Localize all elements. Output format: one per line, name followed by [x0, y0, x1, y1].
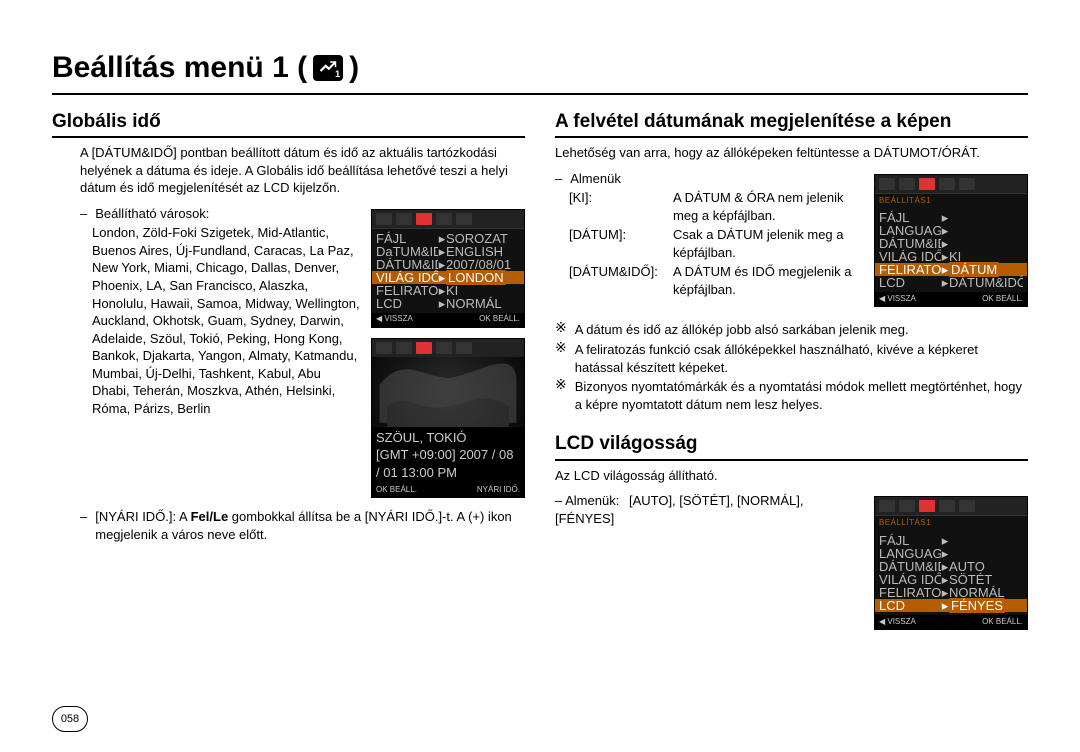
global-time-intro: A [DÁTUM&IDŐ] pontban beállított dátum é…	[80, 144, 525, 197]
section-global-time: Globális idő	[52, 109, 525, 139]
page-title: Beállítás menü 1 ( 1 )	[52, 48, 1028, 95]
lcd-bright-intro: Az LCD világosság állítható.	[555, 467, 1028, 485]
imprint-submenu-label: –Almenük	[555, 170, 866, 188]
title-close-paren: )	[349, 48, 359, 89]
lcd-preview-imprint-menu: BEÁLLÍTÁS1 FÁJL▸LANGUAGE▸DÁTUM&IDŐ▸VILÁG…	[874, 174, 1028, 308]
lcd-submenu-row: – Almenük: [AUTO], [SÖTÉT], [NORMÁL], [F…	[555, 492, 866, 527]
imprint-note: ※Bizonyos nyomtatómárkák és a nyomtatási…	[555, 378, 1028, 413]
page-number: 058	[52, 706, 88, 732]
lcd-preview-worldmap: SZÖUL, TOKIÓ [GMT +09:00] 2007 / 08 / 01…	[371, 338, 525, 499]
imprint-option: [DÁTUM]:Csak a DÁTUM jelenik meg a képfá…	[569, 226, 866, 261]
cities-list: London, Zöld-Foki Szigetek, Mid-Atlantic…	[92, 224, 361, 417]
lcd-menu-row: LCD▸NORMÁL	[372, 297, 524, 310]
cities-label: Beállítható városok:	[95, 205, 209, 223]
imprint-option: [KI]:A DÁTUM & ÓRA nem jelenik meg a kép…	[569, 189, 866, 224]
imprint-intro: Lehetőség van arra, hogy az állóképeken …	[555, 144, 1028, 162]
lcd-preview-worldtime-menu: FÁJL▸SOROZATDaTUM&IDŐ▸ENGLISHDÁTUM&IDŐ▸2…	[371, 209, 525, 328]
title-text: Beállítás menü 1 (	[52, 48, 307, 89]
section-imprint: A felvétel dátumának megjelenítése a kép…	[555, 109, 1028, 139]
lcd-menu-row: LCD▸FÉNYES	[875, 599, 1027, 612]
lcd-menu-row: LCD▸DÁTUM&IDŐ	[875, 276, 1027, 289]
imprint-option: [DÁTUM&IDŐ]:A DÁTUM és IDŐ megjelenik a …	[569, 263, 866, 298]
section-lcd-bright: LCD világosság	[555, 431, 1028, 461]
imprint-note: ※A feliratozás funkció csak állóképekkel…	[555, 341, 1028, 376]
settings-badge-icon: 1	[313, 55, 343, 81]
imprint-note: ※A dátum és idő az állókép jobb alsó sar…	[555, 321, 1028, 339]
lcd-preview-brightness-menu: BEÁLLÍTÁS1 FÁJL▸LANGUAGE▸DÁTUM&IDŐ▸AUTOV…	[874, 496, 1028, 630]
badge-number: 1	[335, 68, 340, 80]
cities-label-row: –Beállítható városok:	[80, 205, 361, 223]
dst-row: – [NYÁRI IDŐ.]: A Fel/Le gombokkal állít…	[80, 508, 525, 543]
